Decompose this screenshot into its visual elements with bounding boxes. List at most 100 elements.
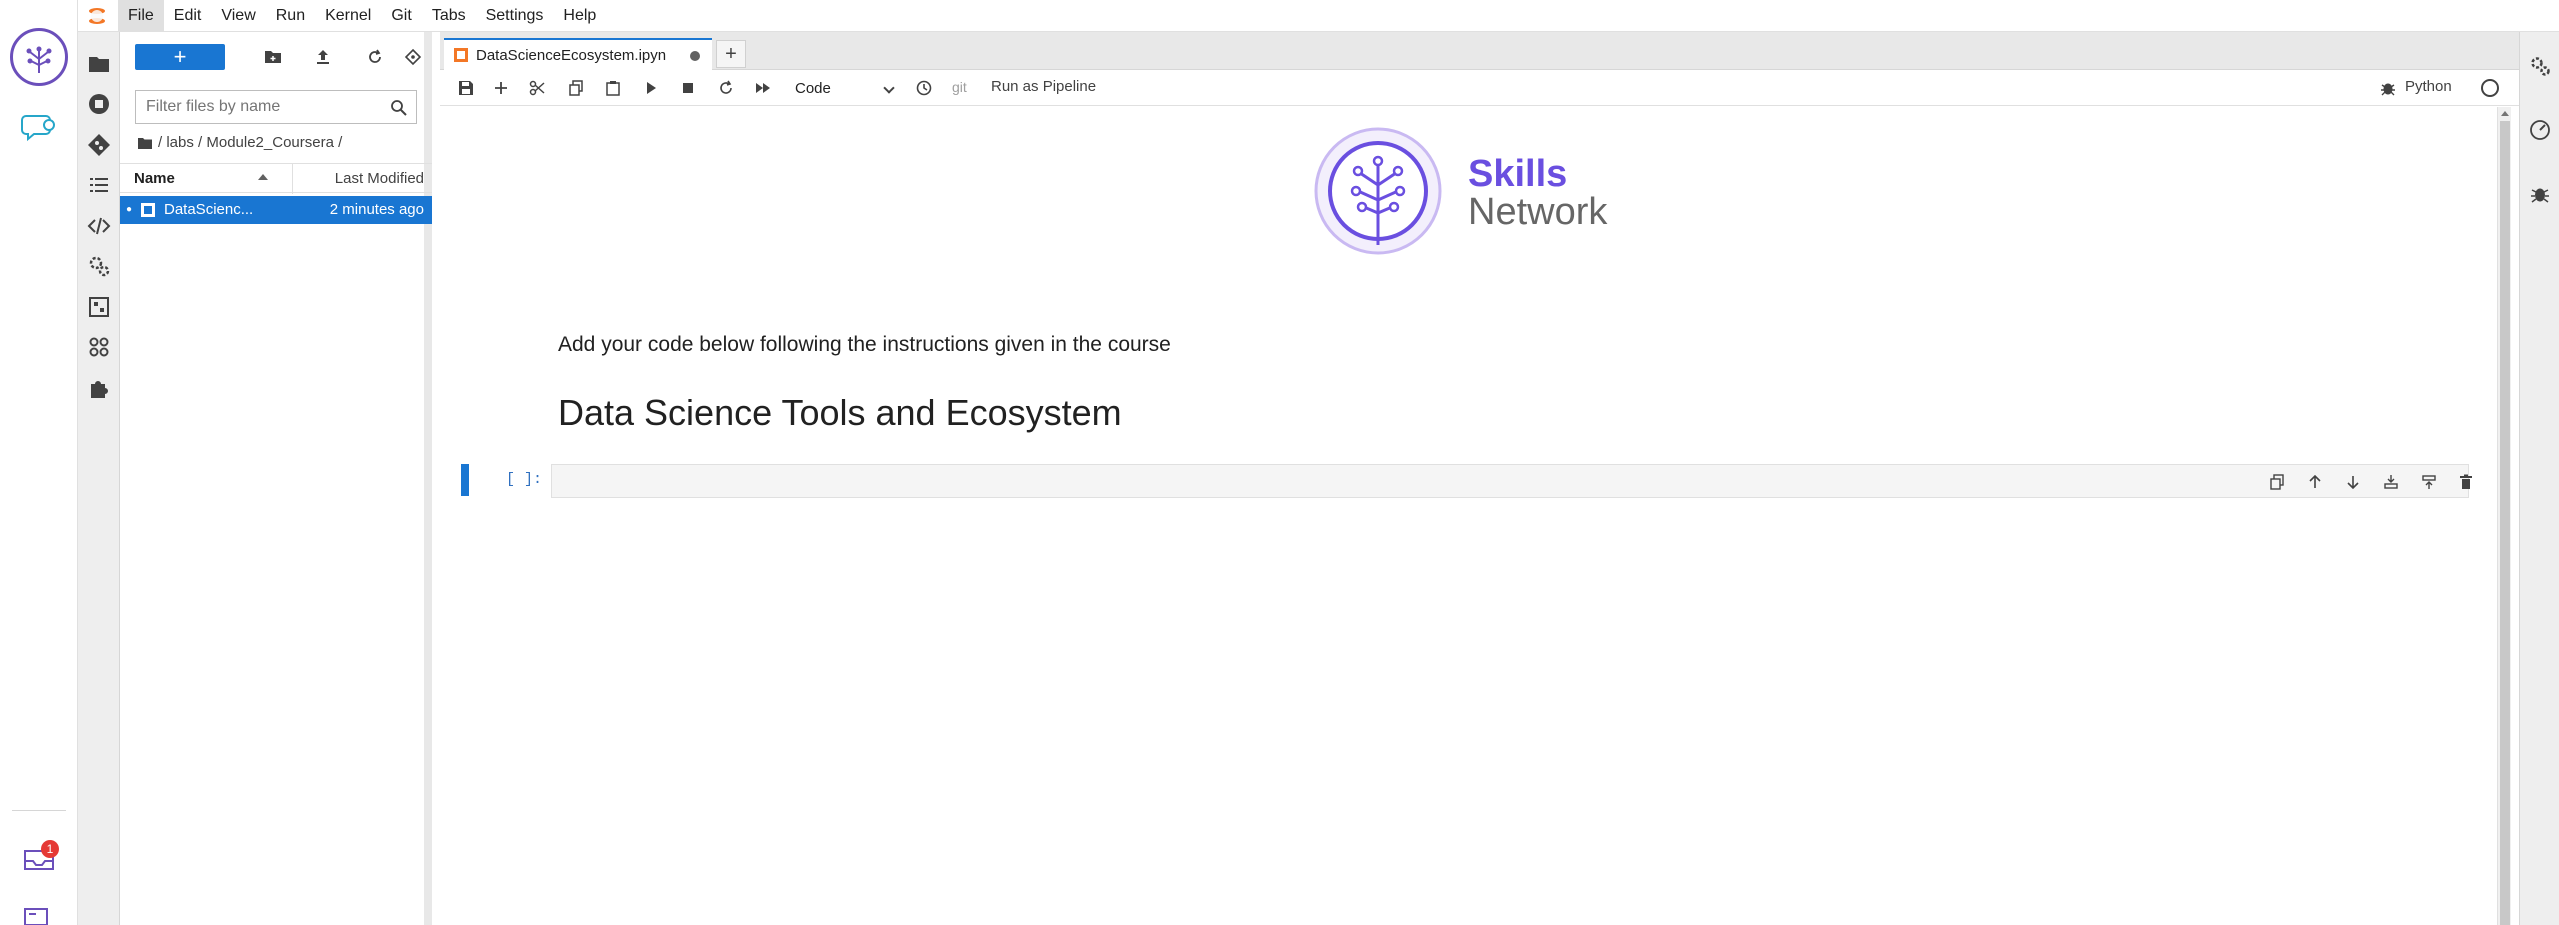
interrupt-kernel-button[interactable] xyxy=(676,77,700,99)
running-sessions-tab[interactable] xyxy=(78,82,120,126)
paste-icon xyxy=(606,81,620,96)
menu-kernel[interactable]: Kernel xyxy=(315,0,381,32)
run-cell-button[interactable] xyxy=(639,77,663,99)
property-inspector-button[interactable] xyxy=(2520,44,2559,88)
code-icon xyxy=(87,217,111,235)
move-cell-down-button[interactable] xyxy=(2341,472,2365,492)
menu-bar: File Edit View Run Kernel Git Tabs Setti… xyxy=(78,0,2559,32)
filter-files-field[interactable] xyxy=(135,90,417,124)
resource-usage-button[interactable] xyxy=(2520,108,2559,152)
paste-button[interactable] xyxy=(601,77,625,99)
new-tab-button[interactable]: + xyxy=(716,40,746,68)
duplicate-cell-button[interactable] xyxy=(2265,472,2289,492)
scrollbar-thumb[interactable] xyxy=(2500,121,2510,925)
git-diff-button[interactable]: git xyxy=(952,79,967,95)
debugger-icon[interactable] xyxy=(2379,79,2397,97)
right-sidebar xyxy=(2519,32,2559,925)
active-cell-marker[interactable] xyxy=(461,464,469,496)
components-icon xyxy=(89,337,109,357)
clock-icon xyxy=(916,80,932,96)
menu-view[interactable]: View xyxy=(211,0,265,32)
fast-forward-icon xyxy=(756,83,770,93)
scroll-up-arrow-icon[interactable] xyxy=(2501,111,2509,116)
menu-run[interactable]: Run xyxy=(266,0,315,32)
table-of-contents-tab[interactable] xyxy=(78,163,120,207)
menu-edit[interactable]: Edit xyxy=(164,0,212,32)
tab-title: DataScienceEcosystem.ipyn xyxy=(476,46,667,64)
stop-circle-icon xyxy=(89,94,109,114)
insert-cell-below-button[interactable] xyxy=(2417,472,2441,492)
breadcrumb-path[interactable]: / labs / Module2_Coursera / xyxy=(158,134,342,151)
folder-home-icon[interactable] xyxy=(138,137,152,149)
add-icon xyxy=(495,82,507,94)
unsaved-indicator-icon[interactable] xyxy=(690,51,700,61)
save-button[interactable] xyxy=(454,77,478,99)
main-dock-area: DataScienceEcosystem.ipyn + Code git Run… xyxy=(440,32,2519,925)
puzzle-icon xyxy=(91,381,108,398)
column-last-modified[interactable]: Last Modified xyxy=(335,170,424,187)
extension-panel-tab[interactable] xyxy=(78,285,120,329)
new-folder-button[interactable] xyxy=(258,44,288,70)
stop-icon xyxy=(683,83,693,93)
tab-notebook[interactable]: DataScienceEcosystem.ipyn xyxy=(444,38,712,70)
debugger-panel-button[interactable] xyxy=(2520,172,2559,216)
column-name[interactable]: Name xyxy=(134,170,175,187)
insert-below-icon xyxy=(2422,475,2436,489)
news-icon[interactable] xyxy=(22,905,52,925)
kernel-status-icon xyxy=(2481,79,2499,97)
cell-type-select[interactable]: Code xyxy=(795,76,895,100)
notebook-scrollbar[interactable] xyxy=(2497,107,2511,925)
new-launcher-button[interactable]: + xyxy=(135,44,225,70)
chat-icon[interactable] xyxy=(20,112,58,142)
execution-time-button[interactable] xyxy=(912,77,936,99)
file-browser-tab[interactable] xyxy=(78,42,120,86)
notebook-tab-icon xyxy=(454,48,468,62)
cut-button[interactable] xyxy=(525,77,549,99)
arrow-up-icon xyxy=(2309,474,2321,488)
components-tab[interactable] xyxy=(78,325,120,369)
delete-cell-button[interactable] xyxy=(2454,472,2478,492)
trash-icon xyxy=(2460,474,2472,489)
run-as-pipeline-button[interactable]: Run as Pipeline xyxy=(991,78,1096,95)
copy-button[interactable] xyxy=(564,77,588,99)
refresh-button[interactable] xyxy=(360,44,390,70)
duplicate-icon xyxy=(2270,474,2284,490)
cut-icon xyxy=(529,80,545,96)
menu-git[interactable]: Git xyxy=(381,0,421,32)
property-inspector-tab[interactable] xyxy=(78,244,120,288)
notebook-heading[interactable]: Data Science Tools and Ecosystem xyxy=(558,392,1122,434)
extension-manager-tab[interactable] xyxy=(78,366,120,410)
restart-run-all-button[interactable] xyxy=(751,77,775,99)
outer-rail: 1 xyxy=(0,0,78,925)
insert-cell-above-button[interactable] xyxy=(2379,472,2403,492)
breadcrumb: / labs / Module2_Coursera / xyxy=(138,134,342,151)
file-browser-panel: + / labs / Module2_Coursera / Name Last … xyxy=(120,32,432,925)
grid-icon xyxy=(89,297,109,317)
menu-settings[interactable]: Settings xyxy=(476,0,554,32)
column-divider[interactable] xyxy=(292,164,293,194)
code-snippets-tab[interactable] xyxy=(78,204,120,248)
search-icon xyxy=(391,100,407,116)
upload-button[interactable] xyxy=(308,44,338,70)
menu-help[interactable]: Help xyxy=(553,0,606,32)
menu-file[interactable]: File xyxy=(118,0,164,32)
markdown-instructions[interactable]: Add your code below following the instru… xyxy=(558,333,1171,357)
left-activity-bar xyxy=(78,32,120,925)
move-cell-up-button[interactable] xyxy=(2303,472,2327,492)
filter-files-input[interactable] xyxy=(146,98,386,116)
folder-icon xyxy=(89,57,109,72)
git-clone-button[interactable] xyxy=(398,44,428,70)
file-list-item[interactable]: ● DataScienc... 2 minutes ago xyxy=(120,196,432,224)
git-tab[interactable] xyxy=(78,123,120,167)
skills-network-logo-icon[interactable] xyxy=(10,28,68,86)
code-cell-editor[interactable] xyxy=(551,464,2472,498)
restart-kernel-button[interactable] xyxy=(714,77,738,99)
kernel-name-button[interactable]: Python xyxy=(2405,78,2452,95)
restart-icon xyxy=(720,80,732,94)
notification-badge: 1 xyxy=(41,840,59,858)
notebook-file-icon xyxy=(141,203,155,217)
jupyter-logo-icon xyxy=(84,3,110,29)
menu-tabs[interactable]: Tabs xyxy=(422,0,476,32)
insert-cell-button[interactable] xyxy=(489,77,513,99)
copy-icon xyxy=(569,80,583,96)
